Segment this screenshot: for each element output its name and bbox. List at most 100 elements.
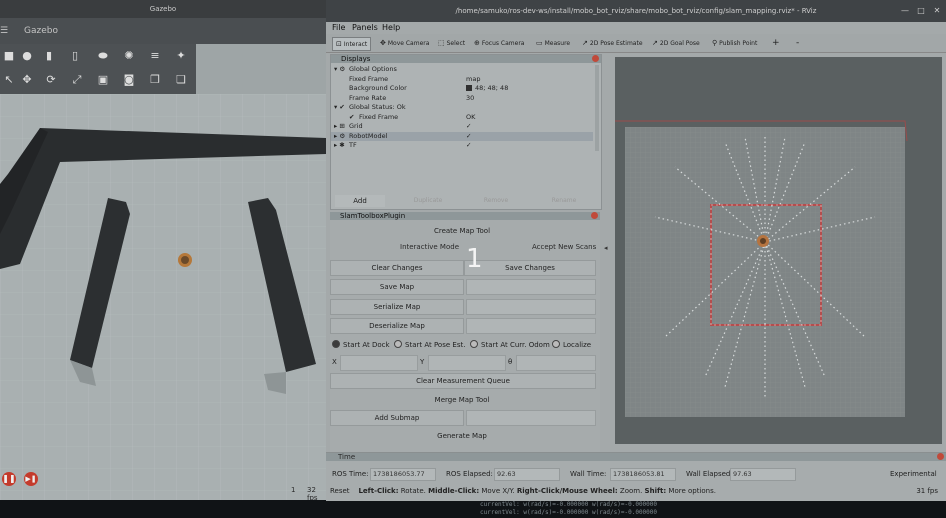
tool-select[interactable]: ⬚ Select (438, 37, 465, 49)
hamburger-icon[interactable]: ☰ (0, 26, 8, 36)
tool-goal-pose[interactable]: ↗ 2D Goal Pose (652, 37, 700, 49)
tree-row-grid[interactable]: ▸ ⊞ Grid ✓ (331, 122, 593, 132)
select-icon[interactable]: ↖ (0, 71, 18, 89)
close-icon[interactable] (591, 212, 598, 219)
align-icon[interactable]: ▣ (94, 71, 112, 89)
close-icon[interactable] (937, 453, 944, 460)
tree-row-background-color[interactable]: Background Color 48; 48; 48 (331, 84, 593, 94)
minimize-icon[interactable]: — (900, 6, 910, 16)
grid-checkbox[interactable]: ✓ (466, 122, 471, 132)
save-map-button[interactable]: Save Map (330, 279, 464, 295)
ellipsoid-icon[interactable]: ⬬ (94, 47, 112, 65)
displays-scrollbar[interactable] (595, 65, 599, 151)
tool-measure[interactable]: ▭ Measure (536, 37, 570, 49)
deserialize-map-button[interactable]: Deserialize Map (330, 318, 464, 334)
menu-file[interactable]: File (332, 23, 345, 32)
plus-icon[interactable]: + (772, 37, 780, 49)
interactive-mode-checkbox[interactable]: Interactive Mode (400, 243, 459, 251)
radio-start-at-curr-odom[interactable]: Start At Curr. Odom (470, 340, 550, 349)
close-icon[interactable]: ✕ (932, 6, 942, 16)
camera-icon[interactable]: ◙ (120, 71, 138, 89)
menu-help[interactable]: Help (382, 23, 400, 32)
reset-button[interactable]: Reset (330, 487, 350, 495)
rename-button[interactable]: Rename (539, 195, 589, 207)
lamp-icon[interactable]: ✦ (172, 47, 190, 65)
save-map-name-input[interactable] (466, 279, 596, 295)
close-icon[interactable] (592, 55, 599, 62)
color-swatch (466, 85, 472, 91)
save-changes-button[interactable]: Save Changes (464, 260, 596, 276)
y-label: Y (420, 358, 425, 366)
capsule-icon[interactable]: ▯ (66, 47, 84, 65)
box-icon[interactable]: ■ (0, 47, 18, 65)
lines-icon[interactable]: ≡ (146, 47, 164, 65)
displays-title: Displays (341, 55, 371, 63)
menu-panels[interactable]: Panels (352, 23, 378, 32)
add-display-button[interactable]: Add (335, 195, 385, 207)
ros-elapsed-label: ROS Elapsed: (446, 470, 493, 478)
submap-name-input[interactable] (466, 410, 596, 426)
merge-map-tool-label: Merge Map Tool (434, 396, 490, 404)
duplicate-button[interactable]: Duplicate (403, 195, 453, 207)
occupancy-map-svg (615, 57, 942, 444)
y-input[interactable] (428, 355, 506, 371)
rotate-icon[interactable]: ⟳ (42, 71, 60, 89)
deserialize-map-name-input[interactable] (466, 318, 596, 334)
serialize-map-button[interactable]: Serialize Map (330, 299, 464, 315)
tool-interact[interactable]: ⊡ Interact (332, 37, 372, 51)
minus-icon[interactable]: - (796, 37, 799, 49)
paste-icon[interactable]: ❏ (172, 71, 190, 89)
theta-input[interactable] (516, 355, 596, 371)
measure-icon: ▭ (536, 39, 543, 47)
cylinder-icon[interactable]: ▮ (40, 47, 58, 65)
select-icon: ⬚ (438, 39, 445, 47)
gazebo-world-svg (0, 94, 326, 500)
gazebo-fps: 32 fps (307, 486, 318, 500)
splitter-left-arrow-icon[interactable]: ◂ (604, 244, 608, 252)
tree-row-global-options[interactable]: ▾ ⚙ Global Options (331, 65, 593, 75)
clear-measurement-queue-button[interactable]: Clear Measurement Queue (330, 373, 596, 389)
sphere-icon[interactable]: ● (18, 47, 36, 65)
tf-checkbox[interactable]: ✓ (466, 141, 471, 147)
gazebo-3d-scene[interactable] (0, 94, 326, 500)
gazebo-menu-bar: ☰ Gazebo (0, 18, 326, 44)
maximize-icon[interactable]: □ (916, 6, 926, 16)
radio-start-at-pose-est[interactable]: Start At Pose Est. (394, 340, 465, 349)
pause-icon[interactable]: ❚❚ (2, 472, 16, 486)
translate-icon[interactable]: ✥ (18, 71, 36, 89)
tree-row-tf[interactable]: ▸ ✱ TF ✓ (331, 141, 593, 147)
scale-icon[interactable]: ⤢ (68, 71, 86, 89)
tree-row-robot-model[interactable]: ▸ ⚙ RobotModel ✓ (331, 131, 593, 142)
add-submap-button[interactable]: Add Submap (330, 410, 464, 426)
time-panel-header: Time (326, 453, 946, 461)
tool-move-camera[interactable]: ✥ Move Camera (380, 37, 429, 49)
terminal-line: currentVel: w(rad/s)=-0.000000 w(rad/s)=… (480, 509, 658, 516)
status-bar: Reset Left-Click: Rotate. Middle-Click: … (330, 487, 716, 495)
serialize-map-name-input[interactable] (466, 299, 596, 315)
step-icon[interactable]: ▶❚ (24, 472, 38, 486)
generate-map-button[interactable]: Generate Map (330, 429, 594, 443)
copy-icon[interactable]: ❐ (146, 71, 164, 89)
tree-row-status-fixed-frame[interactable]: ✔ Fixed Frame OK (331, 113, 593, 123)
clear-changes-button[interactable]: Clear Changes (330, 260, 464, 276)
tree-row-fixed-frame[interactable]: Fixed Frame map (331, 75, 593, 85)
accept-new-scans-checkbox[interactable]: Accept New Scans (532, 243, 596, 251)
interact-icon: ⊡ (336, 40, 342, 48)
tool-focus-camera[interactable]: ⊕ Focus Camera (474, 37, 524, 49)
experimental-checkbox[interactable]: Experimental (890, 470, 937, 478)
radio-localize[interactable]: Localize (552, 340, 591, 349)
tree-row-global-status[interactable]: ▾ ✔ Global Status: Ok (331, 103, 593, 113)
rviz-toolbar: ⊡ Interact ✥ Move Camera ⬚ Select ⊕ Focus Ca… (326, 34, 946, 53)
robot-model-checkbox[interactable]: ✓ (466, 132, 471, 142)
radio-start-at-dock[interactable]: Start At Dock (332, 340, 390, 349)
terminal-line: currentVel: w(rad/s)=-0.000000 w(rad/s)=… (480, 501, 658, 508)
slam-panel-title: SlamToolboxPlugin (340, 212, 406, 220)
sun-icon[interactable]: ✺ (120, 47, 138, 65)
tool-pose-estimate[interactable]: ↗ 2D Pose Estimate (582, 37, 643, 49)
remove-button[interactable]: Remove (471, 195, 521, 207)
rviz-3d-view[interactable] (615, 57, 942, 444)
x-input[interactable] (340, 355, 418, 371)
radio-indicator (552, 340, 560, 348)
tool-publish-point[interactable]: ⚲ Publish Point (712, 37, 757, 49)
tree-row-frame-rate[interactable]: Frame Rate 30 (331, 94, 593, 104)
